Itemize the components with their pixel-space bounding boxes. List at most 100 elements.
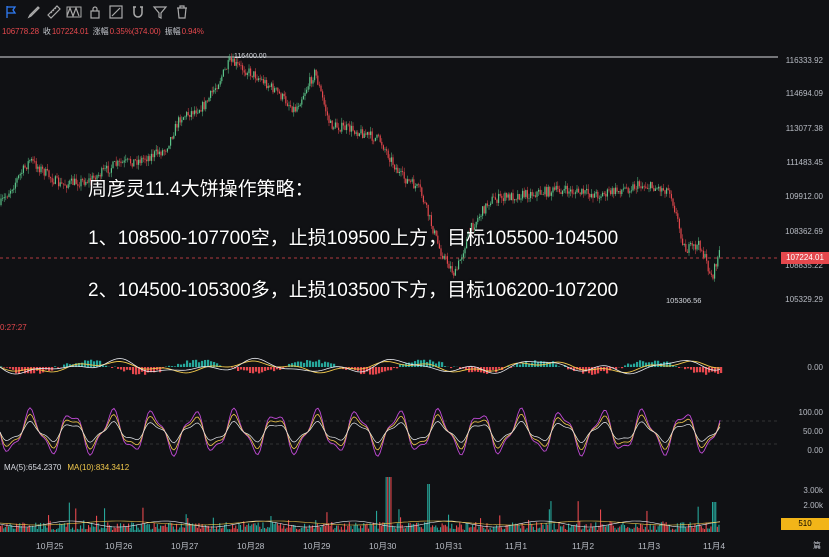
volume-bar (513, 524, 515, 532)
volume-bar (51, 529, 53, 532)
price-candle (301, 99, 303, 105)
price-candle (603, 192, 605, 194)
volume-bar (291, 525, 293, 532)
macd-histogram-bar (246, 367, 249, 371)
price-candle (678, 218, 680, 229)
price-candle (381, 141, 383, 146)
volume-bar (388, 477, 390, 532)
price-axis-tick: 109912.00 (785, 192, 823, 201)
volume-bar (310, 526, 312, 532)
volume-bar (136, 524, 138, 532)
price-axis-tick: 113077.38 (785, 124, 823, 133)
macd-histogram-bar (384, 367, 387, 372)
volume-bar (249, 525, 251, 532)
volume-bar (86, 529, 88, 532)
macd-histogram-bar (231, 367, 234, 368)
price-candle (122, 162, 124, 164)
volume-bar (299, 529, 301, 532)
price-candle (693, 244, 695, 246)
price-candle (661, 188, 663, 192)
price-candle (600, 196, 602, 198)
volume-bar (556, 529, 558, 532)
volume-bar (516, 524, 518, 532)
price-candle (40, 166, 42, 173)
price-candle (501, 195, 503, 199)
volume-bar (204, 525, 206, 532)
volume-bar (403, 528, 405, 532)
price-candle (403, 172, 405, 179)
price-candle (699, 240, 701, 251)
current-price-badge: 107224.01 (781, 252, 829, 264)
price-candle (510, 193, 512, 201)
volume-bar (0, 526, 2, 532)
price-candle (515, 199, 517, 200)
volume-bar (704, 529, 706, 532)
price-candle (160, 151, 162, 156)
volume-bar (566, 529, 568, 532)
macd-histogram-bar (33, 367, 36, 374)
price-candle (555, 185, 557, 190)
volume-bar (352, 529, 354, 532)
volume-bar (284, 528, 286, 532)
volume-bar (176, 523, 178, 532)
price-candle (291, 106, 293, 113)
volume-bar (3, 528, 5, 532)
price-candle (72, 178, 74, 185)
price-candle (283, 93, 285, 97)
price-candle (373, 140, 375, 142)
price-candle (579, 192, 581, 195)
price-candle (619, 190, 621, 195)
price-candle (568, 191, 570, 194)
price-candle (270, 83, 272, 87)
price-candle (243, 70, 245, 73)
price-candle (53, 182, 55, 184)
price-candle (710, 273, 712, 275)
price-candle (478, 216, 480, 219)
price-candle (24, 165, 26, 168)
price-candle (570, 189, 572, 192)
volume-bar (608, 524, 610, 532)
price-candle (46, 168, 48, 171)
volume-bar (81, 528, 83, 532)
volume-bar (332, 529, 334, 532)
volume-bar (235, 525, 237, 532)
price-candle (496, 199, 498, 203)
price-candle (706, 254, 708, 261)
price-candle (670, 193, 672, 199)
volume-bar (468, 527, 470, 532)
volume-bar (232, 524, 234, 532)
price-candle (614, 187, 616, 195)
volume-bar (593, 526, 595, 532)
price-candle (277, 87, 279, 92)
volume-bar (592, 527, 594, 532)
price-candle (419, 184, 421, 188)
volume-bar (492, 526, 494, 532)
volume-bar (694, 523, 696, 532)
price-candle (293, 106, 295, 113)
volume-bar (321, 525, 323, 532)
price-candle (14, 182, 16, 189)
price-candle (264, 80, 266, 84)
price-candle (186, 112, 188, 117)
volume-bar (6, 523, 8, 532)
price-candle (541, 193, 543, 195)
price-candle (352, 125, 354, 131)
time-axis-tick: 11月3 (638, 541, 661, 551)
macd-histogram-bar (240, 367, 243, 370)
volume-bar (123, 523, 125, 532)
volume-bar (374, 525, 376, 532)
price-candle (130, 158, 132, 164)
volume-bar (651, 529, 653, 532)
price-candle (506, 193, 508, 198)
volume-bar (686, 528, 688, 532)
macd-histogram-bar (372, 367, 375, 375)
volume-bar (464, 529, 466, 532)
price-candle (550, 192, 552, 196)
volume-bar (337, 525, 339, 532)
price-candle (182, 117, 184, 120)
price-candle (459, 259, 461, 261)
price-candle (51, 178, 53, 183)
volume-bar (273, 524, 275, 532)
volume-bar (65, 526, 67, 532)
volume-bar (531, 524, 533, 532)
